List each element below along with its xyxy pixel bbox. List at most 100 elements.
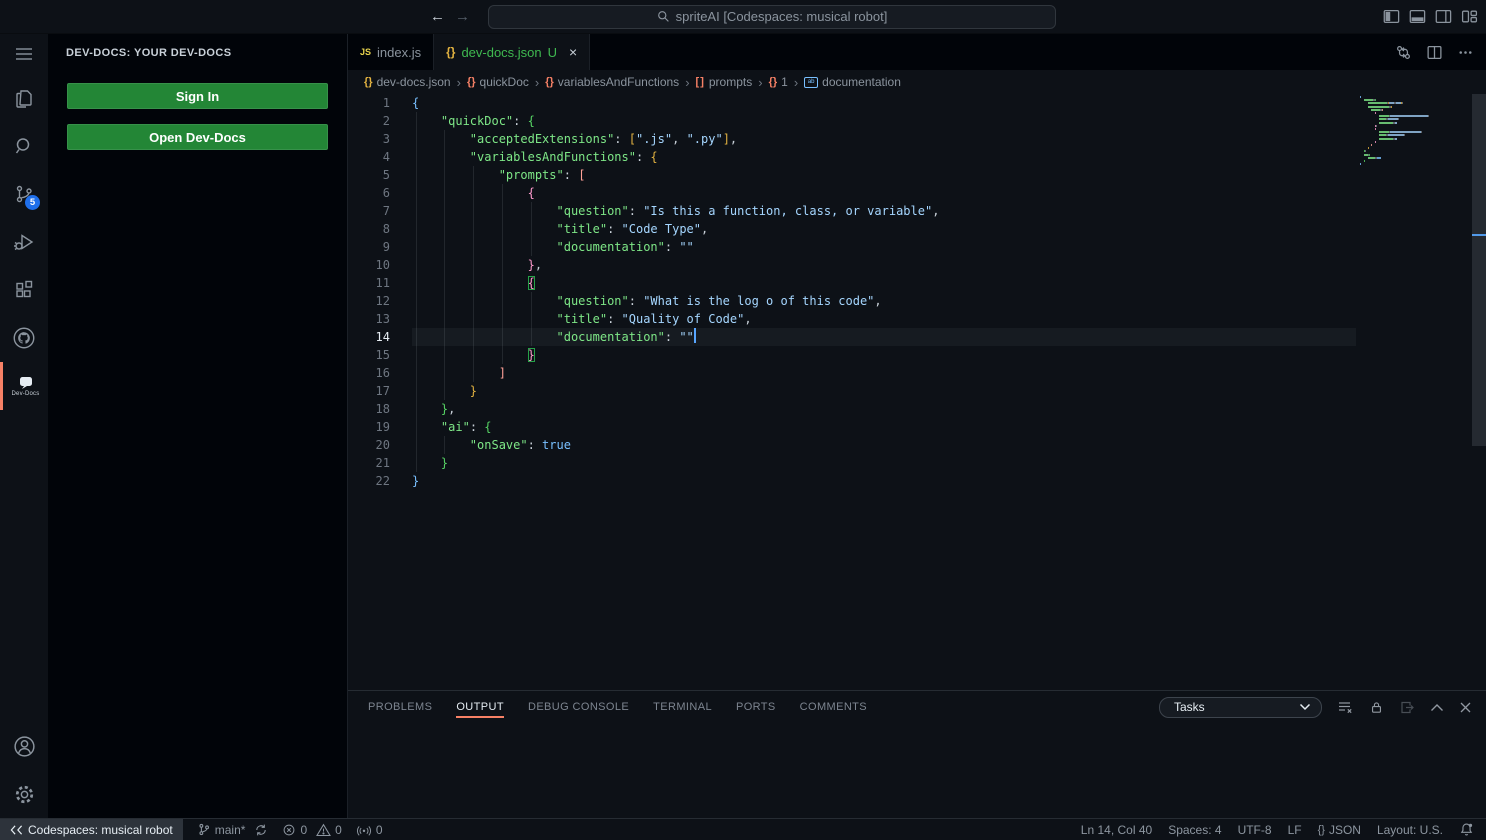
panel-tab-comments[interactable]: COMMENTS [800, 691, 867, 723]
line-number[interactable]: 2 [348, 112, 390, 130]
sidebar-item-extensions[interactable] [0, 266, 48, 314]
sidebar-item-dev-docs[interactable]: Dev-Docs [0, 362, 48, 410]
line-number[interactable]: 3 [348, 130, 390, 148]
panel-tab-output[interactable]: OUTPUT [456, 691, 504, 723]
code-text[interactable]: { [412, 274, 1356, 292]
code-line-7[interactable]: 7 "question": "Is this a function, class… [348, 202, 1356, 220]
panel-tab-debug-console[interactable]: DEBUG CONSOLE [528, 691, 629, 723]
toggle-secondary-sidebar-icon[interactable] [1435, 9, 1452, 24]
line-number[interactable]: 13 [348, 310, 390, 328]
code-text[interactable]: "onSave": true [412, 436, 1356, 454]
breadcrumb-item-prompts[interactable]: []prompts [696, 75, 753, 89]
line-number[interactable]: 19 [348, 418, 390, 436]
code-text[interactable]: "documentation": "" [412, 238, 1356, 256]
line-number[interactable]: 15 [348, 346, 390, 364]
remote-indicator[interactable]: Codespaces: musical robot [0, 819, 183, 840]
ports-item[interactable]: 0 [356, 823, 383, 837]
line-number[interactable]: 14 [348, 328, 390, 346]
menu-button[interactable] [0, 34, 48, 74]
code-text[interactable]: } [412, 382, 1356, 400]
code-line-21[interactable]: 21 } [348, 454, 1356, 472]
code-line-16[interactable]: 16 ] [348, 364, 1356, 382]
code-line-22[interactable]: 22} [348, 472, 1356, 490]
sign-in-button[interactable]: Sign In [67, 83, 328, 109]
code-text[interactable]: "question": "Is this a function, class, … [412, 202, 1356, 220]
code-text[interactable]: "acceptedExtensions": [".js", ".py"], [412, 130, 1356, 148]
accounts-button[interactable] [0, 722, 48, 770]
status-utf-8[interactable]: UTF-8 [1238, 823, 1272, 837]
status-spaces-4[interactable]: Spaces: 4 [1168, 823, 1221, 837]
clear-output-icon[interactable] [1337, 700, 1354, 715]
settings-button[interactable] [0, 770, 48, 818]
code-line-20[interactable]: 20 "onSave": true [348, 436, 1356, 454]
code-text[interactable]: } [412, 454, 1356, 472]
scrollbar-slider[interactable] [1472, 94, 1486, 446]
open-dev-docs-button[interactable]: Open Dev-Docs [67, 124, 328, 150]
minimap[interactable] [1358, 96, 1470, 690]
scrollbar[interactable] [1472, 94, 1486, 690]
more-actions-icon[interactable] [1457, 44, 1474, 61]
code-text[interactable]: }, [412, 400, 1356, 418]
code-line-13[interactable]: 13 "title": "Quality of Code", [348, 310, 1356, 328]
back-button[interactable]: ← [430, 9, 445, 24]
editor[interactable]: 1{2 "quickDoc": {3 "acceptedExtensions":… [348, 94, 1486, 690]
code-line-17[interactable]: 17 } [348, 382, 1356, 400]
code-text[interactable]: } [412, 346, 1356, 364]
code-text[interactable]: "documentation": "" [412, 328, 1356, 346]
code-text[interactable]: "title": "Code Type", [412, 220, 1356, 238]
code-text[interactable]: }, [412, 256, 1356, 274]
branch-item[interactable]: main* [197, 822, 269, 837]
code-text[interactable]: "question": "What is the log o of this c… [412, 292, 1356, 310]
breadcrumb-item-quickDoc[interactable]: {}quickDoc [467, 75, 529, 89]
line-number[interactable]: 12 [348, 292, 390, 310]
line-number[interactable]: 4 [348, 148, 390, 166]
code-text[interactable]: "ai": { [412, 418, 1356, 436]
code-line-10[interactable]: 10 }, [348, 256, 1356, 274]
line-number[interactable]: 8 [348, 220, 390, 238]
output-content[interactable] [348, 723, 1486, 818]
line-number[interactable]: 18 [348, 400, 390, 418]
panel-tab-problems[interactable]: PROBLEMS [368, 691, 432, 723]
sidebar-item-github[interactable] [0, 314, 48, 362]
code-line-8[interactable]: 8 "title": "Code Type", [348, 220, 1356, 238]
code-text[interactable]: "variablesAndFunctions": { [412, 148, 1356, 166]
breadcrumb-item-dev-docs.json[interactable]: {}dev-docs.json [364, 75, 451, 89]
line-number[interactable]: 21 [348, 454, 390, 472]
status-json[interactable]: {}JSON [1318, 823, 1361, 837]
line-number[interactable]: 10 [348, 256, 390, 274]
code-line-4[interactable]: 4 "variablesAndFunctions": { [348, 148, 1356, 166]
line-number[interactable]: 9 [348, 238, 390, 256]
code-line-1[interactable]: 1{ [348, 94, 1356, 112]
code-line-12[interactable]: 12 "question": "What is the log o of thi… [348, 292, 1356, 310]
output-channel-select[interactable]: Tasks [1159, 697, 1322, 718]
editor-tab-dev-docs.json[interactable]: {}dev-docs.jsonU× [434, 34, 590, 70]
maximize-panel-icon[interactable] [1430, 703, 1444, 712]
sidebar-item-source-control[interactable]: 5 [0, 170, 48, 218]
code-line-14[interactable]: 14 "documentation": "" [348, 328, 1356, 346]
line-number[interactable]: 22 [348, 472, 390, 490]
breadcrumb-item-1[interactable]: {}1 [769, 75, 788, 89]
code-line-2[interactable]: 2 "quickDoc": { [348, 112, 1356, 130]
line-number[interactable]: 20 [348, 436, 390, 454]
open-changes-icon[interactable] [1395, 44, 1412, 61]
status-layout-u-s-[interactable]: Layout: U.S. [1377, 823, 1443, 837]
line-number[interactable]: 7 [348, 202, 390, 220]
code-text[interactable]: { [412, 184, 1356, 202]
sidebar-item-search[interactable] [0, 122, 48, 170]
code-line-18[interactable]: 18 }, [348, 400, 1356, 418]
code-text[interactable]: "prompts": [ [412, 166, 1356, 184]
code-line-19[interactable]: 19 "ai": { [348, 418, 1356, 436]
open-output-in-editor-icon[interactable] [1399, 700, 1415, 715]
customize-layout-icon[interactable] [1461, 9, 1478, 24]
toggle-sidebar-icon[interactable] [1383, 9, 1400, 24]
toggle-panel-icon[interactable] [1409, 9, 1426, 24]
notifications-bell[interactable] [1459, 822, 1474, 837]
code-text[interactable]: "quickDoc": { [412, 112, 1356, 130]
sidebar-item-explorer[interactable] [0, 74, 48, 122]
editor-tab-index.js[interactable]: JSindex.js [348, 34, 434, 70]
line-number[interactable]: 16 [348, 364, 390, 382]
forward-button[interactable]: → [455, 9, 470, 24]
close-icon[interactable]: × [569, 44, 577, 60]
problems-item[interactable]: 0 0 [282, 823, 341, 837]
breadcrumb-item-variablesAndFunctions[interactable]: {}variablesAndFunctions [545, 75, 679, 89]
